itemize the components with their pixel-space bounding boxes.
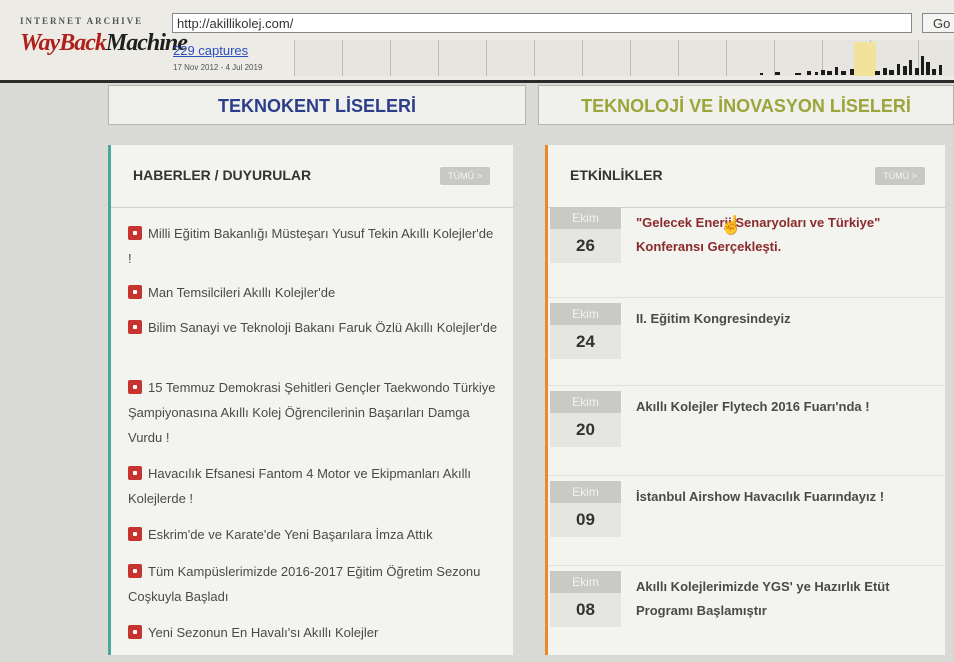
bullet-icon [128, 527, 142, 541]
event-day: 09 [550, 503, 621, 537]
news-item[interactable]: Eskrim'de ve Karate'de Yeni Başarılara İ… [128, 522, 498, 547]
event-title[interactable]: Akıllı Kolejler Flytech 2016 Fuarı'nda ! [636, 395, 936, 419]
bullet-icon [128, 625, 142, 639]
event-item[interactable]: Ekim 09 İstanbul Airshow Havacılık Fuarı… [548, 475, 945, 555]
news-item[interactable]: Milli Eğitim Bakanlığı Müsteşarı Yusuf T… [128, 221, 498, 271]
event-item[interactable]: Ekim 24 II. Eğitim Kongresindeyiz [548, 297, 945, 377]
news-panel-header: HABERLER / DUYURULAR TÜMÜ > [111, 145, 513, 208]
event-item[interactable]: Ekim 20 Akıllı Kolejler Flytech 2016 Fua… [548, 385, 945, 465]
go-button[interactable]: Go [922, 13, 954, 33]
news-item-text: Tüm Kampüslerimizde 2016-2017 Eğitim Öğr… [128, 564, 481, 604]
event-title[interactable]: II. Eğitim Kongresindeyiz [636, 307, 936, 331]
events-title: ETKİNLİKLER [570, 167, 663, 183]
news-item[interactable]: 15 Temmuz Demokrasi Şehitleri Gençler Ta… [128, 375, 498, 450]
events-panel: ETKİNLİKLER TÜMÜ > Ekim 26 "Gelecek Ener… [545, 145, 945, 655]
url-input[interactable]: http://akillikolej.com/ [172, 13, 912, 33]
event-date: Ekim 08 [550, 571, 621, 627]
news-item[interactable]: Tüm Kampüslerimizde 2016-2017 Eğitim Öğr… [128, 559, 498, 609]
news-panel: HABERLER / DUYURULAR TÜMÜ > Milli Eğitim… [108, 145, 513, 655]
tab-teknoloji-inovasyon[interactable]: TEKNOLOJİ VE İNOVASYON LİSELERİ [538, 85, 954, 125]
event-month: Ekim [550, 481, 621, 503]
event-title[interactable]: Akıllı Kolejlerimizde YGS' ye Hazırlık E… [636, 575, 936, 623]
event-month: Ekim [550, 207, 621, 229]
hand-cursor-icon: ☝ [720, 215, 743, 235]
event-title[interactable]: "Gelecek Enerji Senaryoları ve Türkiye" … [636, 211, 936, 259]
news-more-button[interactable]: TÜMÜ > [440, 167, 490, 185]
wayback-logo-top: INTERNET ARCHIVE [20, 16, 144, 26]
divider [548, 475, 945, 476]
event-day: 24 [550, 325, 621, 359]
timeline-sparkline [760, 56, 942, 75]
news-item-text: Bilim Sanayi ve Teknoloji Bakanı Faruk Ö… [148, 320, 498, 335]
bullet-icon [128, 564, 142, 578]
bullet-icon [128, 380, 142, 394]
event-date: Ekim 20 [550, 391, 621, 447]
bullet-icon [128, 320, 142, 334]
news-item[interactable]: Man Temsilcileri Akıllı Kolejler'de [128, 280, 498, 305]
news-item-text: 15 Temmuz Demokrasi Şehitleri Gençler Ta… [128, 380, 496, 445]
event-date: Ekim 26 [550, 207, 621, 263]
event-title[interactable]: İstanbul Airshow Havacılık Fuarındayız ! [636, 485, 936, 509]
wayback-logo-part1: WayBack [20, 30, 107, 56]
event-item[interactable]: Ekim 26 "Gelecek Enerji Senaryoları ve T… [548, 207, 945, 287]
events-panel-header: ETKİNLİKLER TÜMÜ > [548, 145, 945, 208]
page-content: TEKNOKENT LİSELERİ TEKNOLOJİ VE İNOVASYO… [0, 83, 954, 662]
event-month: Ekim [550, 391, 621, 413]
news-item[interactable]: Bilim Sanayi ve Teknoloji Bakanı Faruk Ö… [128, 315, 498, 340]
news-item[interactable]: Havacılık Efsanesi Fantom 4 Motor ve Eki… [128, 461, 498, 511]
news-item-text: Man Temsilcileri Akıllı Kolejler'de [148, 285, 336, 300]
bullet-icon [128, 226, 142, 240]
event-month: Ekim [550, 571, 621, 593]
captures-link[interactable]: 229 captures [173, 43, 248, 58]
event-day: 20 [550, 413, 621, 447]
divider [548, 385, 945, 386]
bullet-icon [128, 466, 142, 480]
events-more-button[interactable]: TÜMÜ > [875, 167, 925, 185]
event-date: Ekim 24 [550, 303, 621, 359]
news-item-text: Yeni Sezonun En Havalı'sı Akıllı Kolejle… [148, 625, 379, 640]
bullet-icon [128, 285, 142, 299]
divider [548, 297, 945, 298]
divider [548, 565, 945, 566]
capture-timeline[interactable] [294, 40, 954, 76]
news-item[interactable]: Yeni Sezonun En Havalı'sı Akıllı Kolejle… [128, 620, 498, 645]
wayback-toolbar: INTERNET ARCHIVE WayBackMachine http://a… [0, 0, 954, 83]
news-item-text: Milli Eğitim Bakanlığı Müsteşarı Yusuf T… [128, 226, 494, 266]
tab-teknokent[interactable]: TEKNOKENT LİSELERİ [108, 85, 526, 125]
news-title: HABERLER / DUYURULAR [133, 167, 312, 183]
event-item[interactable]: Ekim 08 Akıllı Kolejlerimizde YGS' ye Ha… [548, 565, 945, 645]
event-day: 08 [550, 593, 621, 627]
event-day: 26 [550, 229, 621, 263]
wayback-logo[interactable]: WayBackMachine [20, 30, 188, 57]
news-item-text: Havacılık Efsanesi Fantom 4 Motor ve Eki… [128, 466, 471, 506]
event-month: Ekim [550, 303, 621, 325]
event-date: Ekim 09 [550, 481, 621, 537]
news-item-text: Eskrim'de ve Karate'de Yeni Başarılara İ… [148, 527, 433, 542]
capture-range: 17 Nov 2012 - 4 Jul 2019 [173, 63, 263, 72]
